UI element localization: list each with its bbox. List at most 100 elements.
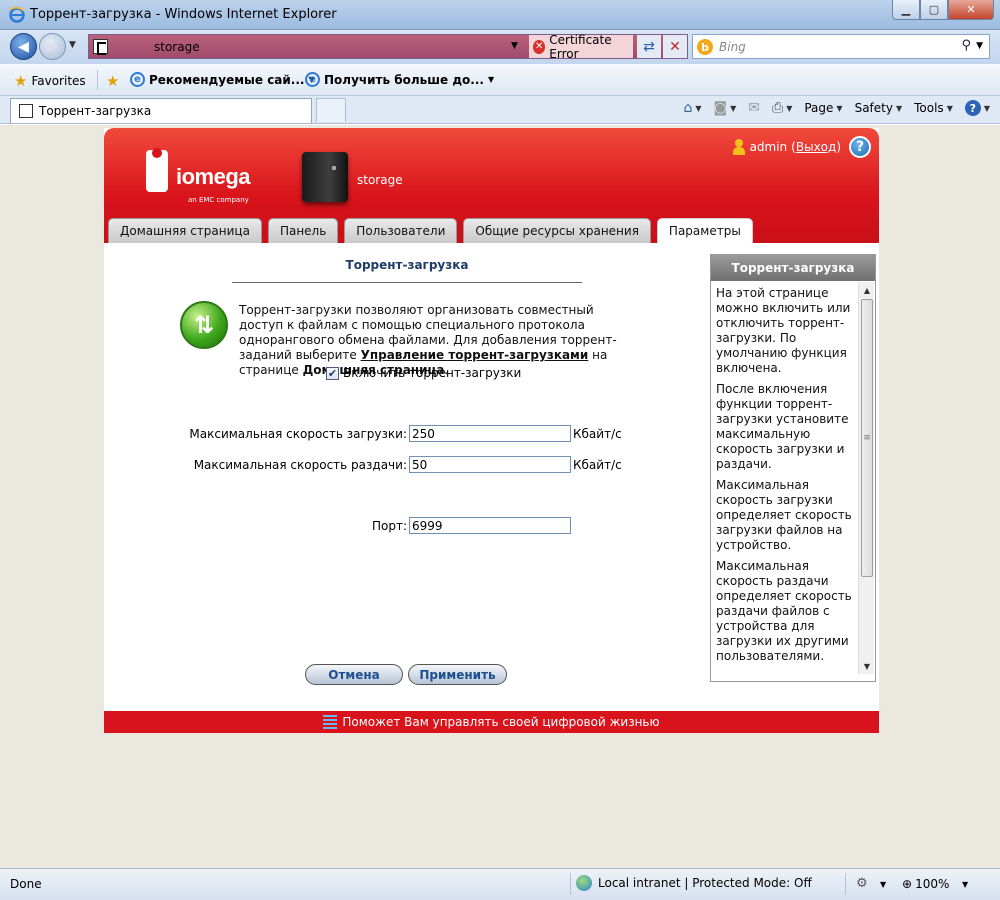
new-tab-button[interactable] <box>316 98 346 122</box>
zoom-control[interactable]: ⊕ 100% <box>902 877 949 891</box>
refresh-icon: ⇄ <box>643 38 655 55</box>
manage-torrents-link[interactable]: Управление торрент-загрузками <box>361 348 589 362</box>
address-url[interactable]: storage <box>154 40 200 54</box>
apply-button[interactable]: Применить <box>408 664 507 685</box>
certificate-error-icon: ✕ <box>533 39 546 54</box>
address-dropdown-icon[interactable]: ▼ <box>511 41 518 51</box>
mail-icon: ✉ <box>748 100 760 116</box>
app-footer: Поможет Вам управлять своей цифровой жиз… <box>104 711 879 733</box>
user-icon <box>732 139 746 155</box>
page-menu[interactable]: Page ▼ <box>804 101 842 115</box>
logout-paren-close: ) <box>836 140 841 154</box>
favorites-bar: ★ Favorites ★ e Рекомендуемые сай... ▼ e… <box>0 64 1000 96</box>
close-window-button[interactable]: ✕ <box>948 0 994 20</box>
enable-torrent-checkbox[interactable]: ✔ <box>326 366 339 380</box>
chevron-down-icon[interactable]: ▼ <box>962 880 968 889</box>
tools-menu[interactable]: Tools ▼ <box>914 101 953 115</box>
main-content: Торрент-загрузка ⇅ Торрент-загрузки позв… <box>104 243 879 711</box>
status-text: Done <box>10 877 42 891</box>
tab-home[interactable]: Домашняя страница <box>108 218 262 243</box>
history-dropdown-icon[interactable]: ▼ <box>69 40 76 50</box>
certificate-error-label: Certificate Error <box>549 32 612 61</box>
ie-page-icon: e <box>305 72 320 87</box>
chevron-down-icon: ▼ <box>695 103 702 113</box>
forward-button[interactable]: ▶ <box>39 33 66 60</box>
status-bar: Done Local intranet | Protected Mode: Of… <box>0 868 1000 900</box>
read-mail-button[interactable]: ✉ <box>748 100 760 116</box>
help-paragraph: Максимальная скорость загрузки определяе… <box>716 478 852 552</box>
scroll-thumb[interactable]: ≡ <box>861 299 873 577</box>
certificate-error-button[interactable]: ✕ Certificate Error <box>529 32 633 61</box>
help-menu[interactable]: ? ▼ <box>964 100 990 116</box>
protected-mode-icon[interactable]: ⚙ <box>856 876 868 891</box>
help-paragraph: После включения функции торрент-загрузки… <box>716 382 849 471</box>
tools-menu-label: Tools <box>914 101 944 115</box>
home-icon: ⌂ <box>683 100 693 116</box>
stop-button[interactable]: ✕ <box>663 35 687 58</box>
zoom-icon: ⊕ <box>902 877 913 891</box>
feeds-button[interactable]: ◙ ▼ <box>714 100 737 116</box>
print-button[interactable]: ⎙ ▼ <box>772 100 792 116</box>
cancel-button[interactable]: Отмена <box>305 664 403 685</box>
search-placeholder[interactable]: Bing <box>719 40 746 54</box>
add-favorites-button[interactable]: ★ <box>106 72 119 90</box>
max-upload-label: Максимальная скорость раздачи: <box>193 457 407 472</box>
tab-settings[interactable]: Параметры <box>656 218 753 243</box>
search-icon[interactable]: ⚲ <box>961 38 971 53</box>
scroll-up-icon[interactable]: ▲ <box>859 282 875 298</box>
help-scrollbar[interactable]: ▲ ≡ ▼ <box>858 282 874 674</box>
favorite-suggested-sites[interactable]: e Рекомендуемые сай... ▼ <box>130 72 315 87</box>
site-favicon-icon <box>19 104 33 118</box>
favorite-suggested-label: Рекомендуемые сай... <box>149 72 305 87</box>
security-zone[interactable]: Local intranet | Protected Mode: Off <box>576 875 812 891</box>
port-input[interactable] <box>409 517 571 534</box>
max-download-input[interactable] <box>409 425 571 442</box>
safety-menu-label: Safety <box>854 101 893 115</box>
ie-logo-icon <box>9 6 25 23</box>
max-upload-unit: Кбайт/с <box>573 457 622 472</box>
tab-bar: Торрент-загрузка ⌂ ▼ ◙ ▼ ✉ ⎙ ▼ Page ▼ Safety… <box>0 96 1000 124</box>
arrow-right-icon: ▶ <box>47 38 58 55</box>
logout-link[interactable]: Выход <box>796 140 836 154</box>
minimize-button[interactable]: ▁ <box>892 0 920 20</box>
zone-text: Local intranet | Protected Mode: Off <box>598 876 812 890</box>
tab-label: Торрент-загрузка <box>39 104 152 118</box>
back-button[interactable]: ◀ <box>10 33 37 60</box>
favorite-get-more-addons[interactable]: e Получить больше до... ▼ <box>305 72 494 87</box>
maximize-button[interactable]: ▢ <box>920 0 948 20</box>
window-title: Торрент-загрузка - Windows Internet Expl… <box>30 7 337 22</box>
enable-torrent-label: Включить торрент-загрузки <box>343 366 522 380</box>
nas-device-icon <box>302 152 348 202</box>
chevron-down-icon: ▼ <box>895 103 903 113</box>
max-upload-input[interactable] <box>409 456 571 473</box>
favorites-button[interactable]: ★ Favorites <box>14 72 86 90</box>
address-bar[interactable]: storage ▼ ✕ Certificate Error ⇄ ✕ <box>88 32 688 61</box>
app-header: iomega an EMC company storage admin (Вых… <box>104 128 879 243</box>
safety-menu[interactable]: Safety ▼ <box>855 101 903 115</box>
logo-text: iomega <box>176 164 251 189</box>
logo-subtext: an EMC company <box>188 196 249 204</box>
search-dropdown-icon[interactable]: ▼ <box>976 41 983 51</box>
tab-torrent[interactable]: Торрент-загрузка <box>10 98 312 123</box>
refresh-button[interactable]: ⇄ <box>637 35 661 58</box>
help-paragraph: Максимальная скорость раздачи определяет… <box>716 559 852 663</box>
chevron-down-icon[interactable]: ▼ <box>880 880 886 889</box>
max-download-unit: Кбайт/с <box>573 426 622 441</box>
max-upload-row: Максимальная скорость раздачи: Кбайт/с <box>104 456 622 473</box>
browser-viewport: iomega an EMC company storage admin (Вых… <box>0 125 1000 868</box>
search-box[interactable]: b Bing ⚲ ▼ <box>692 34 990 59</box>
home-button[interactable]: ⌂ ▼ <box>683 100 701 116</box>
window-titlebar: Торрент-загрузка - Windows Internet Expl… <box>0 0 1000 30</box>
help-button[interactable]: ? <box>849 136 871 158</box>
chevron-down-icon: ▼ <box>983 103 990 113</box>
username: admin <box>749 140 788 154</box>
tab-shares[interactable]: Общие ресурсы хранения <box>463 218 651 243</box>
iomega-app: iomega an EMC company storage admin (Вых… <box>104 128 879 733</box>
port-row: Порт: <box>104 517 571 534</box>
tab-users[interactable]: Пользователи <box>344 218 458 243</box>
help-panel: Торрент-загрузка На этой странице можно … <box>710 254 876 682</box>
tab-dashboard[interactable]: Панель <box>267 218 339 243</box>
scroll-down-icon[interactable]: ▼ <box>859 658 875 674</box>
footer-lines-icon <box>323 715 338 729</box>
zoom-level: 100% <box>915 877 950 891</box>
